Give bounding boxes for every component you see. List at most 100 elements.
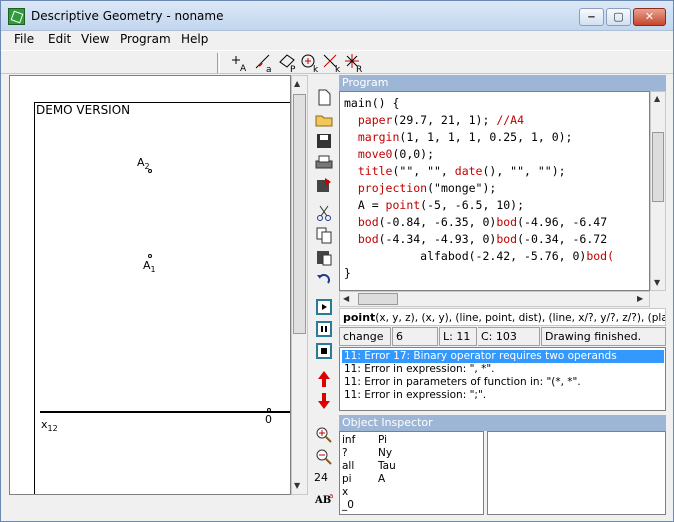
inspector-value[interactable]: A bbox=[378, 473, 385, 486]
error-item[interactable]: 11: Error in expression: ";". bbox=[342, 389, 664, 402]
scroll-up-icon[interactable]: ▲ bbox=[294, 79, 300, 88]
code-horizontal-scrollbar[interactable]: ◀ ▶ bbox=[339, 291, 650, 307]
scroll-down-icon[interactable]: ▼ bbox=[294, 481, 300, 490]
code-line[interactable]: alfabod(-2.42, -5.76, 0)bod( bbox=[344, 249, 614, 266]
menu-help[interactable]: Help bbox=[181, 32, 208, 46]
minimize-button[interactable]: ‒ bbox=[579, 8, 604, 26]
pause-icon bbox=[316, 321, 332, 337]
signature-arguments: (x, y, z), (x, y), (line, point, dist), … bbox=[375, 312, 665, 324]
printer-icon bbox=[315, 155, 333, 169]
open-button[interactable] bbox=[313, 109, 335, 129]
error-item[interactable]: 11: Error in expression: ", *". bbox=[342, 363, 664, 376]
run-button[interactable] bbox=[313, 297, 335, 317]
code-token: ("", "", bbox=[392, 164, 455, 178]
code-line[interactable]: main() { bbox=[344, 96, 399, 113]
object-inspector-title: Object Inspector bbox=[339, 415, 666, 431]
inspector-name[interactable]: all bbox=[342, 460, 354, 473]
code-line[interactable]: bod(-4.34, -4.93, 0)bod(-0.34, -6.72 bbox=[344, 232, 607, 249]
circle-tool-button[interactable]: k bbox=[299, 52, 321, 74]
code-scroll-right-icon[interactable]: ▶ bbox=[637, 294, 643, 303]
undo-button[interactable] bbox=[313, 269, 335, 289]
move-down-button[interactable] bbox=[313, 391, 335, 411]
inspector-name[interactable]: _0 bbox=[342, 499, 354, 512]
plane-tool-button[interactable]: P bbox=[277, 52, 299, 74]
canvas-scroll-thumb[interactable] bbox=[293, 94, 306, 334]
cut-button[interactable] bbox=[313, 203, 335, 223]
export-button[interactable] bbox=[313, 175, 335, 195]
copy-button[interactable] bbox=[313, 225, 335, 245]
code-token: bod bbox=[344, 215, 379, 229]
save-button[interactable] bbox=[313, 131, 335, 151]
drawing-canvas[interactable]: DEMO VERSION A2 A1 x12 0 bbox=[9, 75, 291, 495]
code-line[interactable]: margin(1, 1, 1, 1, 0.25, 1, 0); bbox=[344, 130, 573, 147]
paste-icon bbox=[317, 251, 332, 266]
code-token: (-0.34, -6.72 bbox=[517, 232, 608, 246]
x12-axis bbox=[40, 411, 290, 413]
code-line[interactable]: bod(-0.84, -6.35, 0)bod(-4.96, -6.47 bbox=[344, 215, 607, 232]
error-list[interactable]: 11: Error 17: Binary operator requires t… bbox=[339, 347, 666, 411]
zoom-in-button[interactable] bbox=[313, 425, 335, 445]
pause-button[interactable] bbox=[313, 319, 335, 339]
close-button[interactable]: ✕ bbox=[633, 8, 666, 26]
menu-view[interactable]: View bbox=[81, 32, 109, 46]
point-tool-button[interactable]: A bbox=[229, 52, 251, 74]
code-line[interactable]: move0(0,0); bbox=[344, 147, 434, 164]
code-scroll-down-icon[interactable]: ▼ bbox=[654, 278, 660, 287]
arrow-up-icon bbox=[318, 371, 330, 387]
error-item[interactable]: 11: Error 17: Binary operator requires t… bbox=[342, 350, 664, 363]
inspector-value[interactable]: Ny bbox=[378, 447, 392, 460]
paste-button[interactable] bbox=[313, 247, 335, 267]
menu-bar: File Edit View Program Help bbox=[1, 31, 673, 50]
inspector-name[interactable]: pi bbox=[342, 473, 352, 486]
star-tool-icon: R bbox=[345, 54, 362, 74]
point-a1-marker[interactable] bbox=[148, 254, 152, 258]
line-tool-button[interactable]: a bbox=[253, 52, 275, 74]
code-token: ("monge"); bbox=[427, 181, 497, 195]
code-vertical-thumb[interactable] bbox=[652, 132, 664, 202]
drawing-toolbar: A a P k k R bbox=[1, 50, 673, 74]
curve-tool-button[interactable]: k bbox=[321, 52, 343, 74]
code-line[interactable]: } bbox=[344, 266, 351, 283]
code-scroll-left-icon[interactable]: ◀ bbox=[343, 294, 349, 303]
canvas-vertical-scrollbar[interactable]: ▲ ▼ bbox=[291, 75, 308, 495]
stop-button[interactable] bbox=[313, 341, 335, 361]
svg-text:a: a bbox=[266, 65, 272, 74]
code-line[interactable]: projection("monge"); bbox=[344, 181, 497, 198]
point-a2-marker[interactable] bbox=[148, 169, 152, 173]
inspector-value[interactable]: Tau bbox=[378, 460, 396, 473]
code-line[interactable]: A = point(-5, -6.5, 10); bbox=[344, 198, 524, 215]
program-panel-title: Program bbox=[339, 75, 666, 91]
code-line[interactable]: paper(29.7, 21, 1); //A4 bbox=[344, 113, 524, 130]
inspector-name[interactable]: x bbox=[342, 486, 348, 499]
code-token: title bbox=[344, 164, 393, 178]
error-item[interactable]: 11: Error in parameters of function in: … bbox=[342, 376, 664, 389]
font-button[interactable]: AB a bbox=[313, 489, 335, 509]
svg-text:k: k bbox=[313, 65, 319, 74]
print-button[interactable] bbox=[313, 153, 335, 173]
inspector-name[interactable]: ? bbox=[342, 447, 348, 460]
menu-file[interactable]: File bbox=[14, 32, 34, 46]
curve-tool-icon: k bbox=[323, 54, 341, 74]
code-token: (1, 1, 1, 1, 0.25, 1, 0); bbox=[399, 130, 573, 144]
menu-edit[interactable]: Edit bbox=[48, 32, 71, 46]
object-inspector-details[interactable] bbox=[487, 431, 666, 515]
inspector-name[interactable]: inf bbox=[342, 434, 355, 447]
inspector-value[interactable]: Pi bbox=[378, 434, 387, 447]
new-button[interactable] bbox=[313, 87, 335, 107]
code-token: paper bbox=[344, 113, 393, 127]
code-token: (-4.96, -6.47 bbox=[517, 215, 608, 229]
title-bar[interactable]: Descriptive Geometry - noname ‒ ▢ ✕ bbox=[1, 1, 673, 31]
code-scroll-up-icon[interactable]: ▲ bbox=[654, 94, 660, 103]
code-line[interactable]: title("", "", date(), "", ""); bbox=[344, 164, 566, 181]
object-inspector-list[interactable]: inf Pi? Ny all Tau pi Ax _0 bbox=[339, 431, 484, 515]
menu-program[interactable]: Program bbox=[120, 32, 171, 46]
code-vertical-scrollbar[interactable]: ▲ ▼ bbox=[650, 91, 666, 291]
app-icon[interactable] bbox=[8, 8, 25, 25]
zoom-out-button[interactable] bbox=[313, 447, 335, 467]
star-tool-button[interactable]: R bbox=[343, 52, 365, 74]
maximize-button[interactable]: ▢ bbox=[606, 8, 631, 26]
move-up-button[interactable] bbox=[313, 369, 335, 389]
code-editor[interactable]: main() { paper(29.7, 21, 1); //A4 margin… bbox=[339, 91, 650, 291]
code-horizontal-thumb[interactable] bbox=[358, 293, 398, 305]
status-column: C: 103 bbox=[478, 327, 540, 346]
